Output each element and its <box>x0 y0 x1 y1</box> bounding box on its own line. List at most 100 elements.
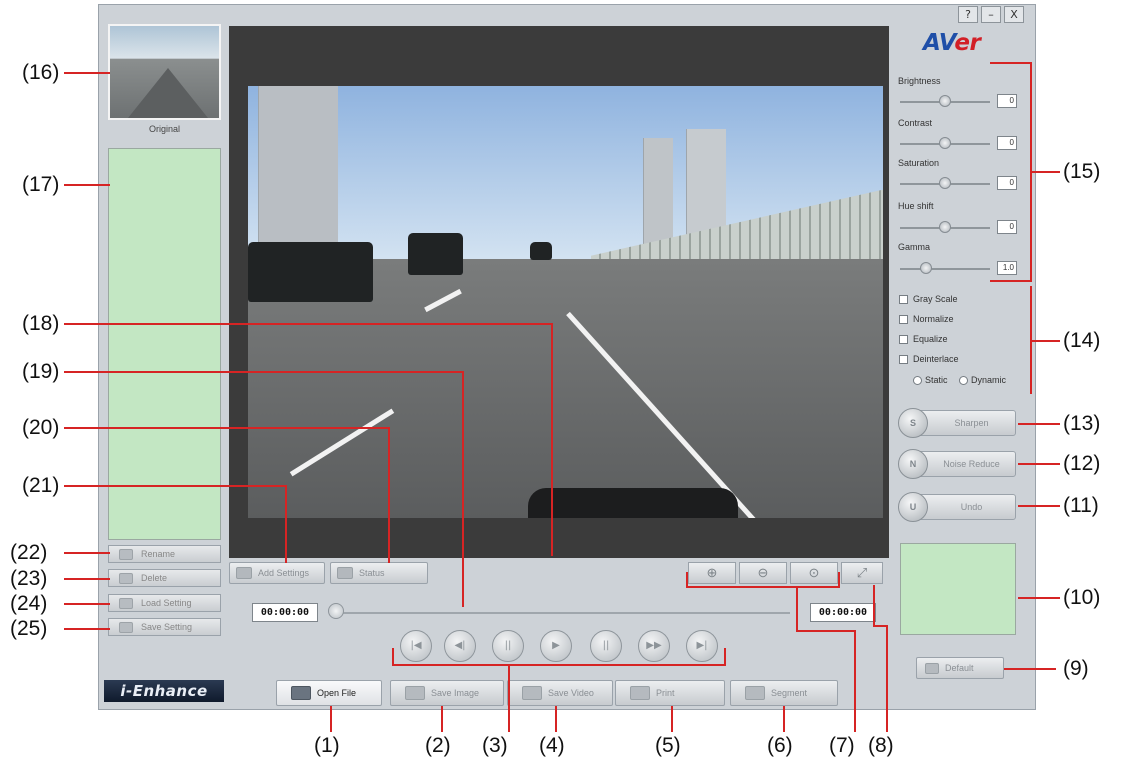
video-frame[interactable] <box>248 86 883 518</box>
default-icon <box>925 662 939 674</box>
save-image-label: Save Image <box>431 688 480 698</box>
aver-logo: AVer <box>923 30 981 56</box>
open-file-icon <box>291 686 311 700</box>
open-file-button[interactable]: Open File <box>276 680 382 706</box>
callout-24: (24) <box>10 592 48 615</box>
open-file-label: Open File <box>317 688 357 698</box>
brightness-value[interactable]: 0 <box>997 94 1017 108</box>
save-video-label: Save Video <box>548 688 594 698</box>
hue-shift-value[interactable]: 0 <box>997 220 1017 234</box>
noise-reduce-button[interactable]: N Noise Reduce <box>898 449 1016 479</box>
callout-10: (10) <box>1063 586 1101 609</box>
play-button[interactable]: ▶ <box>540 630 572 662</box>
hue-shift-slider[interactable] <box>898 221 992 233</box>
full-screen-button[interactable]: ⤢ <box>841 562 883 584</box>
original-thumbnail <box>108 24 221 120</box>
checkbox-box[interactable] <box>899 314 908 324</box>
gray-scale-checkbox[interactable]: Gray Scale <box>899 294 958 304</box>
noise-reduce-label: Noise Reduce <box>943 459 1000 469</box>
static-label: Static <box>925 375 948 385</box>
gamma-value[interactable]: 1.0 <box>997 261 1017 275</box>
delete-icon <box>119 572 133 584</box>
callout-19: (19) <box>22 360 60 383</box>
load-icon <box>119 597 133 609</box>
status-button[interactable]: Status <box>330 562 428 584</box>
deinterlace-checkbox[interactable]: Deinterlace <box>899 354 959 364</box>
normalize-checkbox[interactable]: Normalize <box>899 314 954 324</box>
file-list[interactable] <box>108 148 221 540</box>
save-image-button[interactable]: Save Image <box>390 680 504 706</box>
zoom-fit-button[interactable]: ⊙ <box>790 562 838 584</box>
print-label: Print <box>656 688 675 698</box>
callout-15: (15) <box>1063 160 1101 183</box>
checkbox-box[interactable] <box>899 334 908 344</box>
callout-18: (18) <box>22 312 60 335</box>
callout-25: (25) <box>10 617 48 640</box>
save-setting-button[interactable]: Save Setting <box>108 618 221 636</box>
gray-scale-label: Gray Scale <box>913 294 958 304</box>
contrast-label: Contrast <box>898 118 933 128</box>
contrast-slider[interactable] <box>898 137 992 149</box>
noise-reduce-icon: N <box>898 449 928 479</box>
delete-button[interactable]: Delete <box>108 569 221 587</box>
stop-button[interactable]: || <box>590 630 622 662</box>
help-button[interactable]: ? <box>958 6 978 23</box>
callout-11: (11) <box>1063 494 1099 517</box>
default-label: Default <box>945 663 974 673</box>
callout-20: (20) <box>22 416 60 439</box>
callout-12: (12) <box>1063 452 1101 475</box>
static-radio[interactable]: Static <box>913 375 948 385</box>
callout-8: (8) <box>868 734 894 757</box>
segment-icon <box>745 686 765 700</box>
equalize-checkbox[interactable]: Equalize <box>899 334 948 344</box>
thumbnail-label: Original <box>148 124 180 134</box>
contrast-value[interactable]: 0 <box>997 136 1017 150</box>
dynamic-radio[interactable]: Dynamic <box>959 375 1006 385</box>
first-frame-button[interactable]: |◀ <box>400 630 432 662</box>
gamma-slider[interactable] <box>898 262 992 274</box>
segment-label: Segment <box>771 688 808 698</box>
callout-9: (9) <box>1063 657 1089 680</box>
sharpen-label: Sharpen <box>954 418 989 428</box>
callout-22: (22) <box>10 541 48 564</box>
pause-button[interactable]: || <box>492 630 524 662</box>
close-button[interactable]: X <box>1004 6 1024 23</box>
start-time-display: 00:00:00 <box>252 603 318 622</box>
callout-23: (23) <box>10 567 48 590</box>
normalize-label: Normalize <box>913 314 954 324</box>
undo-label: Undo <box>960 502 983 512</box>
timeline-slider-handle[interactable] <box>328 603 344 619</box>
saturation-value[interactable]: 0 <box>997 176 1017 190</box>
default-button[interactable]: Default <box>916 657 1004 679</box>
sharpen-button[interactable]: S Sharpen <box>898 408 1016 438</box>
save-icon <box>119 621 133 633</box>
callout-21: (21) <box>22 474 60 497</box>
checkbox-box[interactable] <box>899 354 908 364</box>
add-settings-button[interactable]: Add Settings <box>229 562 325 584</box>
timeline-track[interactable] <box>330 612 790 614</box>
rename-button[interactable]: Rename <box>108 545 221 563</box>
previous-frame-button[interactable]: ◀| <box>444 630 476 662</box>
undo-button[interactable]: U Undo <box>898 492 1016 522</box>
print-button[interactable]: Print <box>615 680 725 706</box>
logo-part-b: er <box>954 30 981 56</box>
radio-dot[interactable] <box>913 375 922 385</box>
next-frame-button[interactable]: ▶▶ <box>638 630 670 662</box>
saturation-slider[interactable] <box>898 177 992 189</box>
save-video-button[interactable]: Save Video <box>507 680 613 706</box>
zoom-out-button[interactable]: ⊖ <box>739 562 787 584</box>
callout-4: (4) <box>539 734 565 757</box>
last-frame-button[interactable]: ▶| <box>686 630 718 662</box>
radio-dot[interactable] <box>959 375 968 385</box>
equalize-label: Equalize <box>913 334 948 344</box>
callout-7: (7) <box>829 734 855 757</box>
callout-2: (2) <box>425 734 451 757</box>
save-setting-label: Save Setting <box>141 622 193 632</box>
status-icon <box>337 567 353 579</box>
load-setting-button[interactable]: Load Setting <box>108 594 221 612</box>
zoom-in-button[interactable]: ⊕ <box>688 562 736 584</box>
segment-button[interactable]: Segment <box>730 680 838 706</box>
checkbox-box[interactable] <box>899 294 908 304</box>
minimize-button[interactable]: – <box>981 6 1001 23</box>
brightness-slider[interactable] <box>898 95 992 107</box>
